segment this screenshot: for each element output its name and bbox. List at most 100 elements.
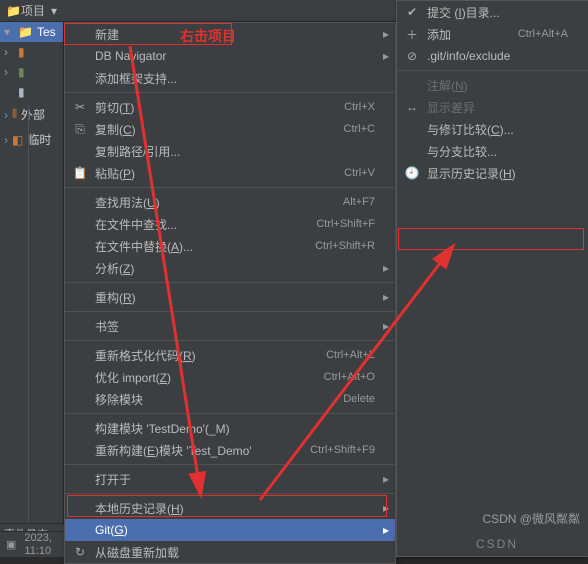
menu-item[interactable]: 与分支比较... [397,140,588,162]
menu-item[interactable]: ＋添加Ctrl+Alt+A [397,23,588,45]
menu-item-label: 打开于 [95,471,131,488]
menu-separator [65,311,395,312]
menu-shortcut: Ctrl+Shift+R [315,240,375,252]
menu-shortcut: Ctrl+Alt+O [324,371,375,383]
copy-icon: ⎘ [72,121,88,137]
menu-item-label: 复制路径/引用... [95,143,180,160]
history-icon: 🕘 [404,165,420,181]
chevron-right-icon: ▸ [383,319,389,333]
menu-item-label: 本地历史记录(H) [95,500,184,517]
menu-item-label: 分析(Z) [95,260,134,277]
menu-item[interactable]: 分析(Z)▸ [65,257,395,279]
menu-item[interactable]: 构建模块 'TestDemo'(_M) [65,417,395,439]
chevron-right-icon: › [4,108,8,122]
commit-icon: ✔ [404,4,420,20]
tree-item[interactable]: › ▮ [0,62,63,82]
menu-item-label: 新建 [95,26,119,43]
menu-item-label: 显示差异 [427,99,475,116]
chevron-right-icon: › [4,45,14,59]
menu-item-label: 构建模块 'TestDemo'(_M) [95,420,230,437]
chevron-right-icon: ▸ [383,523,389,537]
chevron-right-icon: ▸ [383,472,389,486]
cut-icon: ✂ [72,99,88,115]
menu-item-label: 在文件中查找... [95,216,177,233]
menu-item-label: 添加框架支持... [95,70,177,87]
menu-item-label: 复制(C) [95,121,136,138]
menu-item-label: 与修订比较(C)... [427,121,514,138]
menu-separator [397,70,588,71]
chevron-right-icon: ▸ [383,27,389,41]
tree-item-external[interactable]: › ⫴ 外部 [0,102,63,127]
menu-separator [65,187,395,188]
git-submenu: ✔提交 (I)目录...＋添加Ctrl+Alt+A⊘.git/info/excl… [396,0,588,557]
menu-item[interactable]: ✂ 剪切(T) Ctrl+X [65,96,395,118]
menu-item[interactable]: 在文件中查找... Ctrl+Shift+F [65,213,395,235]
menu-item[interactable]: DB Navigator ▸ [65,45,395,67]
menu-item[interactable]: ✔提交 (I)目录... [397,1,588,23]
project-title[interactable]: 项目 [21,2,45,19]
project-tree: ▾ 📁 Tes › ▮ › ▮ ▮ › ⫴ 外部 › ◧ 临时 [0,22,64,532]
menu-shortcut: Ctrl+V [344,167,375,179]
menu-item[interactable]: 打开于 ▸ [65,468,395,490]
menu-item-label: 在文件中替换(A)... [95,238,193,255]
menu-separator [65,282,395,283]
menu-shortcut: Ctrl+Alt+L [326,349,375,361]
folder-icon: ▮ [18,45,25,59]
menu-shortcut: Ctrl+X [344,101,375,113]
menu-item[interactable]: 复制路径/引用... [65,140,395,162]
diff-icon: ↔ [404,99,420,115]
menu-item[interactable]: 重构(R) ▸ [65,286,395,308]
menu-separator [65,92,395,93]
menu-item-label: 重新构建(E)模块 'Test_Demo' [95,442,252,459]
chevron-right-icon: ▸ [383,290,389,304]
menu-item[interactable]: Git(G)▸ [65,519,395,541]
menu-item[interactable]: 本地历史记录(H) ▸ [65,497,395,519]
tree-item[interactable]: › ▮ [0,42,63,62]
chevron-right-icon: › [4,65,14,79]
folder-icon: 📁 [18,25,33,39]
tree-item-scratch[interactable]: › ◧ 临时 [0,127,63,152]
chevron-down-icon[interactable]: ▾ [51,4,57,18]
menu-separator [65,413,395,414]
menu-shortcut: Alt+F7 [343,196,375,208]
menu-item[interactable]: 添加框架支持... [65,67,395,89]
menu-item[interactable]: 与修订比较(C)... [397,118,588,140]
menu-separator [65,464,395,465]
menu-shortcut: Ctrl+Shift+F9 [310,444,375,456]
menu-item[interactable]: 🕘 显示历史记录(H) [397,162,588,184]
menu-item[interactable]: 📋粘贴(P)Ctrl+V [65,162,395,184]
menu-item[interactable]: 查找用法(U) Alt+F7 [65,191,395,213]
menu-item[interactable]: ⊘.git/info/exclude [397,45,588,67]
folder-icon: 📁 [6,4,21,18]
menu-item: 注解(N) [397,74,588,96]
terminal-icon[interactable]: ▣ [6,538,16,551]
folder-icon: ▮ [18,65,25,79]
menu-item-label: 重构(R) [95,289,136,306]
menu-item[interactable]: 移除模块Delete [65,388,395,410]
tree-item[interactable]: ▮ [0,82,63,102]
menu-item-label: 剪切(T) [95,99,134,116]
menu-separator [65,493,395,494]
menu-item[interactable]: 在文件中替换(A)... Ctrl+Shift+R [65,235,395,257]
chevron-right-icon: ▸ [383,49,389,63]
paste-icon: 📋 [72,165,88,181]
menu-item[interactable]: ⎘复制(C)Ctrl+C [65,118,395,140]
context-menu: 新建 ▸ DB Navigator ▸ 添加框架支持... ✂ 剪切(T) Ctrl+X ⎘ 复制… [64,22,396,564]
chevron-right-icon: ▸ [383,501,389,515]
menu-shortcut: Ctrl+Shift+F [316,218,375,230]
menu-item-label: 优化 import(Z) [95,369,171,386]
menu-item-label: 移除模块 [95,391,143,408]
menu-item[interactable]: 优化 import(Z) Ctrl+Alt+O [65,366,395,388]
menu-item[interactable]: 重新构建(E)模块 'Test_Demo' Ctrl+Shift+F9 [65,439,395,461]
menu-item-label: DB Navigator [95,49,166,63]
chevron-down-icon: ▾ [4,25,14,39]
menu-item-label: 显示历史记录(H) [427,165,516,182]
exclude-icon: ⊘ [404,48,420,64]
menu-item[interactable]: ↻从磁盘重新加载 [65,541,395,563]
tree-item-test[interactable]: ▾ 📁 Tes [0,22,63,42]
menu-item[interactable]: 书签▸ [65,315,395,337]
menu-item[interactable]: 重新格式化代码(R)Ctrl+Alt+L [65,344,395,366]
lib-icon: ⫴ [12,107,17,122]
menu-item-label: 查找用法(U) [95,194,160,211]
menu-shortcut: Ctrl+Alt+A [518,28,568,40]
